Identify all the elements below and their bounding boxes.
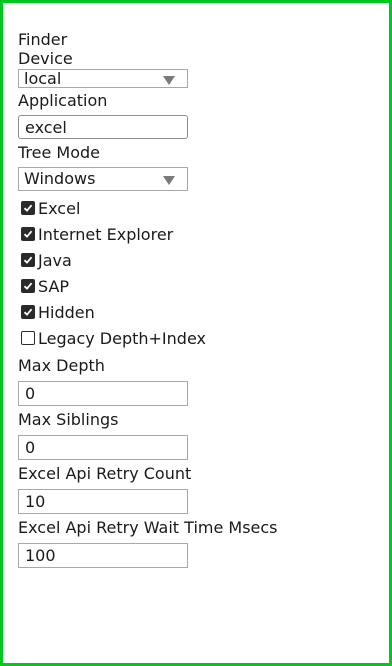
checkmark-icon [23,282,33,290]
checkbox-row-internet-explorer[interactable]: Internet Explorer [18,221,382,247]
checkbox-internet-explorer[interactable] [21,227,35,241]
checkbox-label: Internet Explorer [38,224,174,244]
tree-mode-label: Tree Mode [18,143,101,162]
checkbox-label: Java [38,250,72,270]
checkbox-label: SAP [38,276,70,296]
finder-panel: Finder Device local Application excel Tr… [18,24,382,568]
tree-mode-select-value: Windows [24,169,96,188]
checkbox-row-java[interactable]: Java [18,247,382,273]
checkmark-icon [23,308,33,316]
checkbox-label: Hidden [38,302,95,322]
device-select[interactable]: local [18,69,188,88]
checkmark-icon [23,204,33,212]
dropdown-arrow-icon [163,176,175,185]
checkbox-label: Legacy Depth+Index [38,328,206,348]
max-depth-label: Max Depth [18,356,105,375]
application-input[interactable]: excel [18,115,188,139]
panel-title: Finder [18,30,68,49]
checkmark-icon [23,230,33,238]
checkbox-row-excel[interactable]: Excel [18,195,382,221]
max-siblings-label: Max Siblings [18,410,119,429]
max-siblings-input[interactable]: 0 [18,435,188,460]
options-checkbox-list: Excel Internet Explorer Java SAP Hidden … [18,195,382,351]
checkbox-label: Excel [38,198,81,218]
max-depth-input[interactable]: 0 [18,381,188,406]
tree-mode-select[interactable]: Windows [18,167,188,191]
excel-api-retry-wait-label: Excel Api Retry Wait Time Msecs [18,518,278,537]
checkbox-hidden[interactable] [21,305,35,319]
checkbox-row-legacy-depth-index[interactable]: Legacy Depth+Index [18,325,382,351]
checkbox-java[interactable] [21,253,35,267]
device-select-value: local [24,69,62,88]
excel-api-retry-count-label: Excel Api Retry Count [18,464,192,483]
application-label: Application [18,91,108,110]
checkbox-excel[interactable] [21,201,35,215]
checkbox-sap[interactable] [21,279,35,293]
checkbox-legacy-depth-index[interactable] [21,331,35,345]
excel-api-retry-wait-input[interactable]: 100 [18,543,188,568]
dropdown-arrow-icon [163,76,175,85]
excel-api-retry-count-input[interactable]: 10 [18,489,188,514]
checkbox-row-sap[interactable]: SAP [18,273,382,299]
checkmark-icon [23,256,33,264]
checkbox-row-hidden[interactable]: Hidden [18,299,382,325]
device-label: Device [18,49,73,68]
